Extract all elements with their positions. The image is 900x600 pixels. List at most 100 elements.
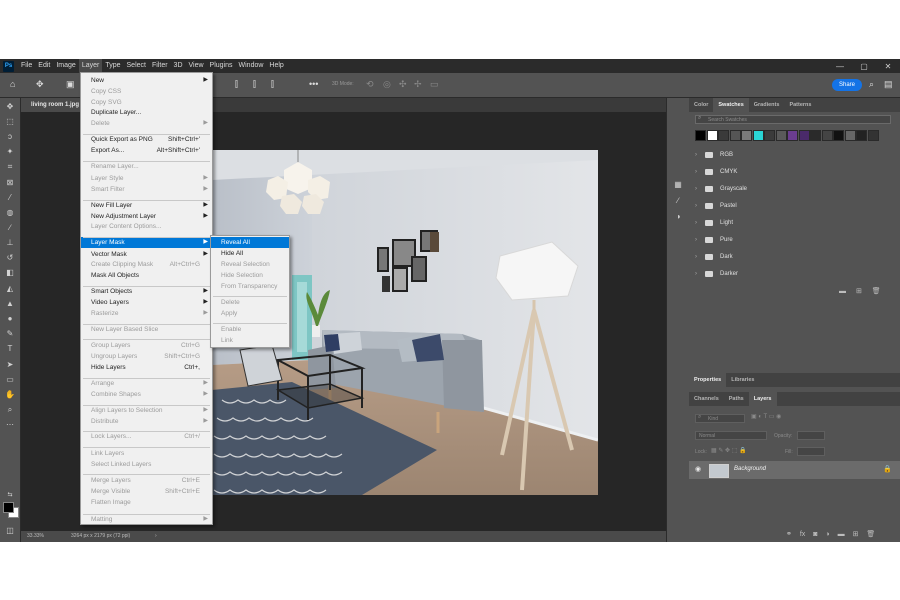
quick-mask-icon[interactable]: ◫ (5, 526, 15, 536)
healing-brush-icon[interactable]: ◍ (5, 208, 15, 218)
color-swatch[interactable] (821, 130, 833, 141)
menu-layer[interactable]: Layer (78, 59, 103, 73)
opacity-input[interactable] (797, 431, 825, 440)
submenu-item-reveal-all[interactable]: Reveal All (211, 237, 289, 248)
maximize-button[interactable]: ▢ (852, 62, 876, 71)
color-swatch[interactable] (752, 130, 764, 141)
search-icon[interactable]: ⌕ (869, 79, 874, 90)
close-button[interactable]: ✕ (876, 62, 900, 71)
menu-item-mask-all-objects[interactable]: Mask All Objects (81, 270, 212, 281)
adjustment-layer-icon[interactable]: ◑ (825, 531, 829, 538)
layer-row-background[interactable]: ◉ Background 🔒 (689, 461, 900, 479)
color-swatch[interactable] (741, 130, 752, 141)
pen-tool-icon[interactable]: ✎ (5, 329, 15, 339)
eraser-tool-icon[interactable]: ◧ (5, 268, 15, 278)
fx-icon[interactable]: fx (800, 531, 805, 538)
menu-item-smart-objects[interactable]: Smart Objects ▶ (81, 286, 212, 297)
tab-patterns[interactable]: Patterns (784, 98, 816, 112)
move-tool-icon[interactable]: ✥ (36, 79, 44, 90)
menu-help[interactable]: Help (266, 59, 286, 73)
3d-slide-icon[interactable]: ✢ (414, 79, 422, 90)
delete-layer-icon[interactable]: 🗑 (866, 531, 875, 538)
eye-icon[interactable]: ◉ (695, 465, 701, 473)
menu-edit[interactable]: Edit (35, 59, 53, 73)
menu-type[interactable]: Type (102, 59, 123, 73)
delete-swatch-icon[interactable]: 🗑 (872, 288, 881, 295)
tab-gradients[interactable]: Gradients (749, 98, 785, 112)
clone-stamp-icon[interactable]: ⊥ (5, 238, 15, 248)
auto-select-icon[interactable]: ▣ (66, 79, 75, 90)
tab-color[interactable]: Color (689, 98, 713, 112)
path-selection-icon[interactable]: ➤ (5, 360, 15, 370)
menu-filter[interactable]: Filter (149, 59, 171, 73)
workspace-icon[interactable]: ▤ (884, 79, 893, 90)
align-right-icon[interactable]: ⫿ (271, 79, 274, 90)
color-swatch[interactable] (810, 130, 821, 141)
group-icon[interactable]: ▬ (838, 531, 845, 538)
new-layer-icon[interactable]: ⊞ (853, 531, 859, 538)
layer-name[interactable]: Background (734, 466, 766, 472)
type-tool-icon[interactable]: T (5, 344, 15, 354)
color-swatch[interactable] (706, 130, 718, 141)
3d-orbit-icon[interactable]: ⟲ (366, 79, 374, 90)
dodge-tool-icon[interactable]: ● (5, 314, 15, 324)
color-swatch[interactable] (798, 130, 810, 141)
crop-tool-icon[interactable]: ⌗ (5, 162, 15, 172)
marquee-tool-icon[interactable]: ⬚ (5, 117, 15, 127)
menu-item-new-fill-layer[interactable]: New Fill Layer ▶ (81, 200, 212, 211)
tab-properties[interactable]: Properties (689, 373, 727, 387)
swap-colors-icon[interactable]: ⇆ (5, 490, 15, 500)
status-arrow-icon[interactable]: › (155, 531, 157, 542)
rectangle-tool-icon[interactable]: ▭ (5, 375, 15, 385)
menu-item-hide-layers[interactable]: Hide Layers Ctrl+, (81, 362, 212, 373)
submenu-item-hide-all[interactable]: Hide All (211, 248, 289, 259)
color-swatch[interactable] (856, 130, 867, 141)
magic-wand-icon[interactable]: ✦ (5, 147, 15, 157)
align-center-icon[interactable]: ⫿ (253, 79, 256, 90)
brush-panel-icon[interactable]: ∕ (673, 196, 683, 206)
link-layers-icon[interactable]: ⚭ (786, 531, 792, 538)
color-swatch[interactable] (833, 130, 844, 141)
color-swatch[interactable] (775, 130, 787, 141)
menu-select[interactable]: Select (124, 59, 149, 73)
tab-channels[interactable]: Channels (689, 392, 724, 406)
history-brush-icon[interactable]: ↺ (5, 253, 15, 263)
blend-mode-select[interactable]: Normal (695, 431, 767, 440)
document-tab[interactable]: living room 1.jpg (21, 98, 90, 112)
layer-filter-kind[interactable]: Kind (695, 414, 745, 423)
more-options-icon[interactable]: ••• (309, 79, 318, 89)
new-swatch-icon[interactable]: ⊞ (856, 288, 862, 295)
menu-image[interactable]: Image (53, 59, 78, 73)
history-panel-icon[interactable]: ▦ (673, 180, 683, 190)
color-swatch[interactable] (844, 130, 856, 141)
menu-item-export-as[interactable]: Export As... Alt+Shift+Ctrl+' (81, 145, 212, 156)
3d-pan-icon[interactable]: ✣ (399, 79, 407, 90)
color-swatch[interactable] (729, 130, 741, 141)
share-button[interactable]: Share (832, 79, 862, 91)
adjustments-panel-icon[interactable]: ◑ (673, 212, 683, 222)
new-folder-icon[interactable]: ▬ (839, 288, 846, 295)
tab-libraries[interactable]: Libraries (726, 373, 759, 387)
zoom-level[interactable]: 33.33% (27, 531, 44, 542)
color-swatch[interactable] (787, 130, 798, 141)
fill-input[interactable] (797, 447, 825, 456)
menu-3d[interactable]: 3D (171, 59, 186, 73)
lasso-tool-icon[interactable]: ↄ (5, 132, 15, 142)
tab-swatches[interactable]: Swatches (713, 98, 749, 112)
color-swatch[interactable] (764, 130, 775, 141)
filter-icons[interactable]: ▣ ◐ T ▭ ◉ (751, 413, 781, 420)
lock-icons[interactable]: ▦ ✎ ✥ ⬚ 🔒 (711, 447, 747, 454)
align-left-icon[interactable]: ⫿ (235, 79, 238, 90)
color-swatch[interactable] (695, 130, 706, 141)
menu-view[interactable]: View (186, 59, 207, 73)
tab-paths[interactable]: Paths (724, 392, 749, 406)
eyedropper-icon[interactable]: ⁄ (5, 193, 15, 203)
menu-item-new[interactable]: New ▶ (81, 75, 212, 86)
more-tools-icon[interactable]: ⋯ (5, 420, 15, 430)
menu-item-layer-mask[interactable]: Layer Mask ▶ (81, 237, 212, 248)
swatches-search-input[interactable]: Search Swatches (695, 115, 891, 124)
foreground-color-swatch[interactable] (3, 502, 14, 513)
home-icon[interactable]: ⌂ (10, 79, 15, 89)
tab-layers[interactable]: Layers (748, 392, 777, 406)
3d-scale-icon[interactable]: ▭ (430, 79, 439, 90)
